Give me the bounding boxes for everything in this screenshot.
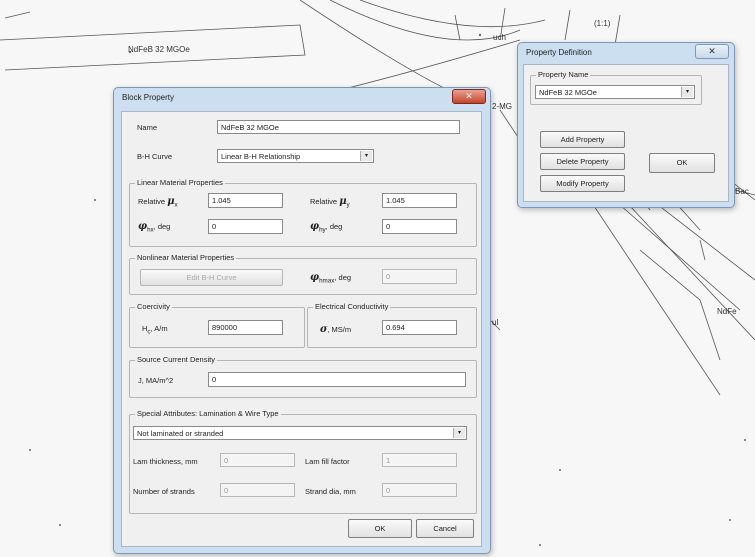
mu-y-label: Relative μy xyxy=(310,196,350,209)
special-attributes-group: Special Attributes: Lamination & Wire Ty… xyxy=(129,409,477,514)
coercivity-group: Coercivity Hc, A/m 890000 xyxy=(129,302,305,348)
close-icon[interactable]: ✕ xyxy=(452,89,486,104)
mu-x-field[interactable]: 1.045 xyxy=(208,193,283,208)
lam-thickness-label: Lam thickness, mm xyxy=(133,457,198,466)
name-label: Name xyxy=(137,123,158,132)
strands-field[interactable]: 0 xyxy=(220,483,295,497)
ok-button[interactable]: OK xyxy=(348,519,412,538)
block-property-client: Name NdFeB 32 MGOe B-H Curve Linear B-H … xyxy=(121,111,482,547)
strand-dia-field[interactable]: 0 xyxy=(382,483,457,497)
current-density-title: Source Current Density xyxy=(135,355,217,364)
property-definition-window: Property Definition ✕ Property Name NdFe… xyxy=(517,42,735,208)
canvas-label-ndfeb-right: NdFe xyxy=(717,307,737,316)
block-property-window: Block Property ✕ Name NdFeB 32 MGOe B-H … xyxy=(113,87,491,554)
bh-curve-select[interactable]: Linear B-H Relationship ▾ xyxy=(217,149,374,163)
current-density-group: Source Current Density J, MA/m^2 0 xyxy=(129,355,477,398)
name-field[interactable]: NdFeB 32 MGOe xyxy=(217,120,460,134)
current-density-field[interactable]: 0 xyxy=(208,372,466,387)
phi-hx-field[interactable]: 0 xyxy=(208,219,283,234)
lam-fill-label: Lam fill factor xyxy=(305,457,350,466)
property-definition-titlebar[interactable]: Property Definition ✕ xyxy=(518,43,734,63)
phi-hx-label: φhx, deg xyxy=(138,221,171,234)
phi-hmax-field[interactable]: 0 xyxy=(382,269,457,284)
canvas-label-scale: (1:1) xyxy=(594,19,611,28)
strand-dia-label: Strand dia, mm xyxy=(305,487,356,496)
lam-thickness-field[interactable]: 0 xyxy=(220,453,295,467)
canvas-label-m: 2-MG xyxy=(492,102,512,111)
block-property-title: Block Property xyxy=(122,93,175,102)
edit-bh-curve-button[interactable]: Edit B-H Curve xyxy=(140,269,283,286)
linear-properties-group: Linear Material Properties Relative μx 1… xyxy=(129,178,477,247)
conductivity-title: Electrical Conductivity xyxy=(313,302,391,311)
nonlinear-properties-group: Nonlinear Material Properties Edit B-H C… xyxy=(129,253,477,295)
block-property-titlebar[interactable]: Block Property ✕ xyxy=(114,88,490,108)
bh-curve-selected: Linear B-H Relationship xyxy=(221,152,301,161)
mu-y-field[interactable]: 1.045 xyxy=(382,193,457,208)
coercivity-label: Hc, A/m xyxy=(142,324,168,336)
nonlinear-properties-title: Nonlinear Material Properties xyxy=(135,253,237,262)
lam-fill-field[interactable]: 1 xyxy=(382,453,457,467)
chevron-down-icon[interactable]: ▾ xyxy=(453,428,465,438)
conductivity-label: σ, MS/m xyxy=(320,324,352,335)
phi-hy-label: φhy, deg xyxy=(310,221,343,234)
chevron-down-icon[interactable]: ▾ xyxy=(681,87,693,97)
coercivity-field[interactable]: 890000 xyxy=(208,320,283,335)
conductivity-field[interactable]: 0.694 xyxy=(382,320,457,335)
cancel-button[interactable]: Cancel xyxy=(416,519,474,538)
close-icon[interactable]: ✕ xyxy=(695,44,729,59)
special-attributes-title: Special Attributes: Lamination & Wire Ty… xyxy=(135,409,281,418)
property-definition-client: Property Name NdFeB 32 MGOe ▾ Add Proper… xyxy=(523,64,729,202)
canvas-label-ndfeb: NdFeB 32 MGOe xyxy=(128,45,190,54)
chevron-down-icon[interactable]: ▾ xyxy=(360,151,372,161)
add-property-button[interactable]: Add Property xyxy=(540,131,625,148)
linear-properties-title: Linear Material Properties xyxy=(135,178,225,187)
property-name-select[interactable]: NdFeB 32 MGOe ▾ xyxy=(535,85,695,99)
bh-curve-label: B-H Curve xyxy=(137,152,173,161)
coercivity-title: Coercivity xyxy=(135,302,172,311)
property-ok-button[interactable]: OK xyxy=(649,153,715,173)
phi-hy-field[interactable]: 0 xyxy=(382,219,457,234)
lamination-select[interactable]: Not laminated or stranded ▾ xyxy=(133,426,467,440)
canvas-label-uch: uch xyxy=(493,33,506,42)
property-name-group-title: Property Name xyxy=(536,70,591,79)
conductivity-group: Electrical Conductivity σ, MS/m 0.694 xyxy=(307,302,477,348)
property-name-selected: NdFeB 32 MGOe xyxy=(539,88,597,97)
delete-property-button[interactable]: Delete Property xyxy=(540,153,625,170)
modify-property-button[interactable]: Modify Property xyxy=(540,175,625,192)
mu-x-label: Relative μx xyxy=(138,196,178,209)
current-density-label: J, MA/m^2 xyxy=(138,376,174,385)
property-definition-title: Property Definition xyxy=(526,48,592,57)
canvas-label-bac: Bac xyxy=(735,187,749,196)
canvas-label-ul: ul xyxy=(492,318,499,327)
strands-label: Number of strands xyxy=(133,487,195,496)
property-name-group: Property Name NdFeB 32 MGOe ▾ xyxy=(530,70,702,105)
lamination-selected: Not laminated or stranded xyxy=(137,429,224,438)
phi-hmax-label: φhmax, deg xyxy=(310,272,352,285)
